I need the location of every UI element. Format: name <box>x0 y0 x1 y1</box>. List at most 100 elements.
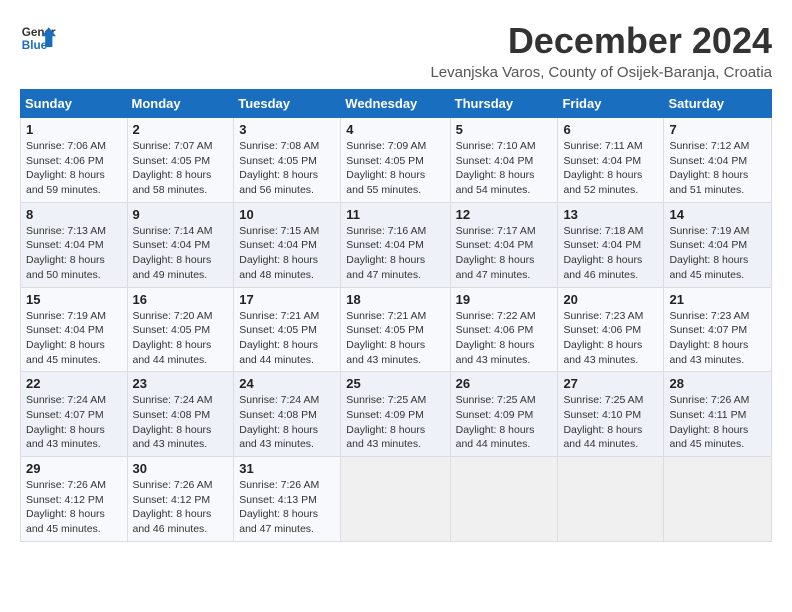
day-number: 15 <box>26 292 122 307</box>
day-info: Sunrise: 7:21 AM Sunset: 4:05 PM Dayligh… <box>239 309 335 368</box>
day-number: 19 <box>456 292 553 307</box>
day-info: Sunrise: 7:24 AM Sunset: 4:07 PM Dayligh… <box>26 393 122 452</box>
day-cell: 3Sunrise: 7:08 AM Sunset: 4:05 PM Daylig… <box>234 118 341 203</box>
day-info: Sunrise: 7:25 AM Sunset: 4:09 PM Dayligh… <box>346 393 444 452</box>
day-cell: 5 Sunrise: 7:10 AM Sunset: 4:04 PM Daylig… <box>450 118 558 203</box>
day-number: 6 <box>563 122 658 137</box>
day-cell: 8 Sunrise: 7:13 AM Sunset: 4:04 PM Daylig… <box>21 202 128 287</box>
calendar-body: 1 Sunrise: 7:06 AM Sunset: 4:06 PM Daylig… <box>21 118 772 542</box>
day-cell: 18Sunrise: 7:21 AM Sunset: 4:05 PM Dayli… <box>341 287 450 372</box>
weekday-header-row: SundayMondayTuesdayWednesdayThursdayFrid… <box>21 90 772 118</box>
day-number: 22 <box>26 376 122 391</box>
day-info: Sunrise: 7:13 AM Sunset: 4:04 PM Dayligh… <box>26 224 122 283</box>
day-info: Sunrise: 7:09 AM Sunset: 4:05 PM Dayligh… <box>346 139 444 198</box>
day-cell: 9Sunrise: 7:14 AM Sunset: 4:04 PM Daylig… <box>127 202 234 287</box>
day-info: Sunrise: 7:10 AM Sunset: 4:04 PM Dayligh… <box>456 139 553 198</box>
day-info: Sunrise: 7:26 AM Sunset: 4:12 PM Dayligh… <box>133 478 229 537</box>
day-cell: 20 Sunrise: 7:23 AM Sunset: 4:06 PM Dayli… <box>558 287 664 372</box>
day-info: Sunrise: 7:06 AM Sunset: 4:06 PM Dayligh… <box>26 139 122 198</box>
calendar-header: SundayMondayTuesdayWednesdayThursdayFrid… <box>21 90 772 118</box>
day-info: Sunrise: 7:08 AM Sunset: 4:05 PM Dayligh… <box>239 139 335 198</box>
day-info: Sunrise: 7:24 AM Sunset: 4:08 PM Dayligh… <box>133 393 229 452</box>
calendar-table: SundayMondayTuesdayWednesdayThursdayFrid… <box>20 89 772 542</box>
day-cell: 16 Sunrise: 7:20 AM Sunset: 4:05 PM Dayli… <box>127 287 234 372</box>
day-info: Sunrise: 7:20 AM Sunset: 4:05 PM Dayligh… <box>133 309 229 368</box>
day-number: 5 <box>456 122 553 137</box>
day-info: Sunrise: 7:19 AM Sunset: 4:04 PM Dayligh… <box>26 309 122 368</box>
day-info: Sunrise: 7:24 AM Sunset: 4:08 PM Dayligh… <box>239 393 335 452</box>
day-number: 8 <box>26 207 122 222</box>
day-cell: 27 Sunrise: 7:25 AM Sunset: 4:10 PM Dayli… <box>558 372 664 457</box>
day-cell: 4 Sunrise: 7:09 AM Sunset: 4:05 PM Daylig… <box>341 118 450 203</box>
week-row-1: 1 Sunrise: 7:06 AM Sunset: 4:06 PM Daylig… <box>21 118 772 203</box>
day-cell: 14 Sunrise: 7:19 AM Sunset: 4:04 PM Dayli… <box>664 202 772 287</box>
day-number: 27 <box>563 376 658 391</box>
title-block: December 2024 Levanjska Varos, County of… <box>430 20 772 81</box>
day-info: Sunrise: 7:19 AM Sunset: 4:04 PM Dayligh… <box>669 224 766 283</box>
day-number: 11 <box>346 207 444 222</box>
day-info: Sunrise: 7:23 AM Sunset: 4:07 PM Dayligh… <box>669 309 766 368</box>
day-cell <box>450 457 558 542</box>
day-cell: 31 Sunrise: 7:26 AM Sunset: 4:13 PM Dayli… <box>234 457 341 542</box>
day-cell <box>664 457 772 542</box>
day-info: Sunrise: 7:11 AM Sunset: 4:04 PM Dayligh… <box>563 139 658 198</box>
day-number: 7 <box>669 122 766 137</box>
day-info: Sunrise: 7:21 AM Sunset: 4:05 PM Dayligh… <box>346 309 444 368</box>
weekday-header-friday: Friday <box>558 90 664 118</box>
day-number: 14 <box>669 207 766 222</box>
day-number: 31 <box>239 461 335 476</box>
day-cell: 10 Sunrise: 7:15 AM Sunset: 4:04 PM Dayli… <box>234 202 341 287</box>
day-cell <box>341 457 450 542</box>
weekday-header-monday: Monday <box>127 90 234 118</box>
day-number: 28 <box>669 376 766 391</box>
day-cell: 2 Sunrise: 7:07 AM Sunset: 4:05 PM Daylig… <box>127 118 234 203</box>
day-cell: 29 Sunrise: 7:26 AM Sunset: 4:12 PM Dayli… <box>21 457 128 542</box>
week-row-3: 15 Sunrise: 7:19 AM Sunset: 4:04 PM Dayli… <box>21 287 772 372</box>
logo: General Blue <box>20 20 56 56</box>
day-cell: 26Sunrise: 7:25 AM Sunset: 4:09 PM Dayli… <box>450 372 558 457</box>
subtitle: Levanjska Varos, County of Osijek-Baranj… <box>430 64 772 81</box>
day-cell: 22 Sunrise: 7:24 AM Sunset: 4:07 PM Dayli… <box>21 372 128 457</box>
day-info: Sunrise: 7:16 AM Sunset: 4:04 PM Dayligh… <box>346 224 444 283</box>
day-info: Sunrise: 7:26 AM Sunset: 4:13 PM Dayligh… <box>239 478 335 537</box>
day-cell: 30Sunrise: 7:26 AM Sunset: 4:12 PM Dayli… <box>127 457 234 542</box>
day-cell <box>558 457 664 542</box>
weekday-header-saturday: Saturday <box>664 90 772 118</box>
day-number: 4 <box>346 122 444 137</box>
day-number: 29 <box>26 461 122 476</box>
day-number: 2 <box>133 122 229 137</box>
day-number: 17 <box>239 292 335 307</box>
weekday-header-sunday: Sunday <box>21 90 128 118</box>
day-info: Sunrise: 7:15 AM Sunset: 4:04 PM Dayligh… <box>239 224 335 283</box>
week-row-2: 8 Sunrise: 7:13 AM Sunset: 4:04 PM Daylig… <box>21 202 772 287</box>
day-info: Sunrise: 7:07 AM Sunset: 4:05 PM Dayligh… <box>133 139 229 198</box>
day-info: Sunrise: 7:17 AM Sunset: 4:04 PM Dayligh… <box>456 224 553 283</box>
day-info: Sunrise: 7:18 AM Sunset: 4:04 PM Dayligh… <box>563 224 658 283</box>
day-number: 1 <box>26 122 122 137</box>
svg-text:Blue: Blue <box>22 39 48 52</box>
day-number: 13 <box>563 207 658 222</box>
day-number: 10 <box>239 207 335 222</box>
weekday-header-wednesday: Wednesday <box>341 90 450 118</box>
day-cell: 1 Sunrise: 7:06 AM Sunset: 4:06 PM Daylig… <box>21 118 128 203</box>
weekday-header-thursday: Thursday <box>450 90 558 118</box>
day-cell: 19Sunrise: 7:22 AM Sunset: 4:06 PM Dayli… <box>450 287 558 372</box>
day-info: Sunrise: 7:26 AM Sunset: 4:12 PM Dayligh… <box>26 478 122 537</box>
day-cell: 11 Sunrise: 7:16 AM Sunset: 4:04 PM Dayli… <box>341 202 450 287</box>
logo-icon: General Blue <box>20 20 56 56</box>
day-cell: 17 Sunrise: 7:21 AM Sunset: 4:05 PM Dayli… <box>234 287 341 372</box>
day-cell: 7Sunrise: 7:12 AM Sunset: 4:04 PM Daylig… <box>664 118 772 203</box>
day-number: 24 <box>239 376 335 391</box>
week-row-4: 22 Sunrise: 7:24 AM Sunset: 4:07 PM Dayli… <box>21 372 772 457</box>
day-cell: 23Sunrise: 7:24 AM Sunset: 4:08 PM Dayli… <box>127 372 234 457</box>
day-number: 21 <box>669 292 766 307</box>
day-info: Sunrise: 7:25 AM Sunset: 4:10 PM Dayligh… <box>563 393 658 452</box>
day-number: 16 <box>133 292 229 307</box>
day-info: Sunrise: 7:23 AM Sunset: 4:06 PM Dayligh… <box>563 309 658 368</box>
day-cell: 6 Sunrise: 7:11 AM Sunset: 4:04 PM Daylig… <box>558 118 664 203</box>
day-number: 20 <box>563 292 658 307</box>
page-header: General Blue December 2024 Levanjska Var… <box>20 20 772 81</box>
week-row-5: 29 Sunrise: 7:26 AM Sunset: 4:12 PM Dayli… <box>21 457 772 542</box>
day-cell: 28Sunrise: 7:26 AM Sunset: 4:11 PM Dayli… <box>664 372 772 457</box>
day-cell: 15 Sunrise: 7:19 AM Sunset: 4:04 PM Dayli… <box>21 287 128 372</box>
